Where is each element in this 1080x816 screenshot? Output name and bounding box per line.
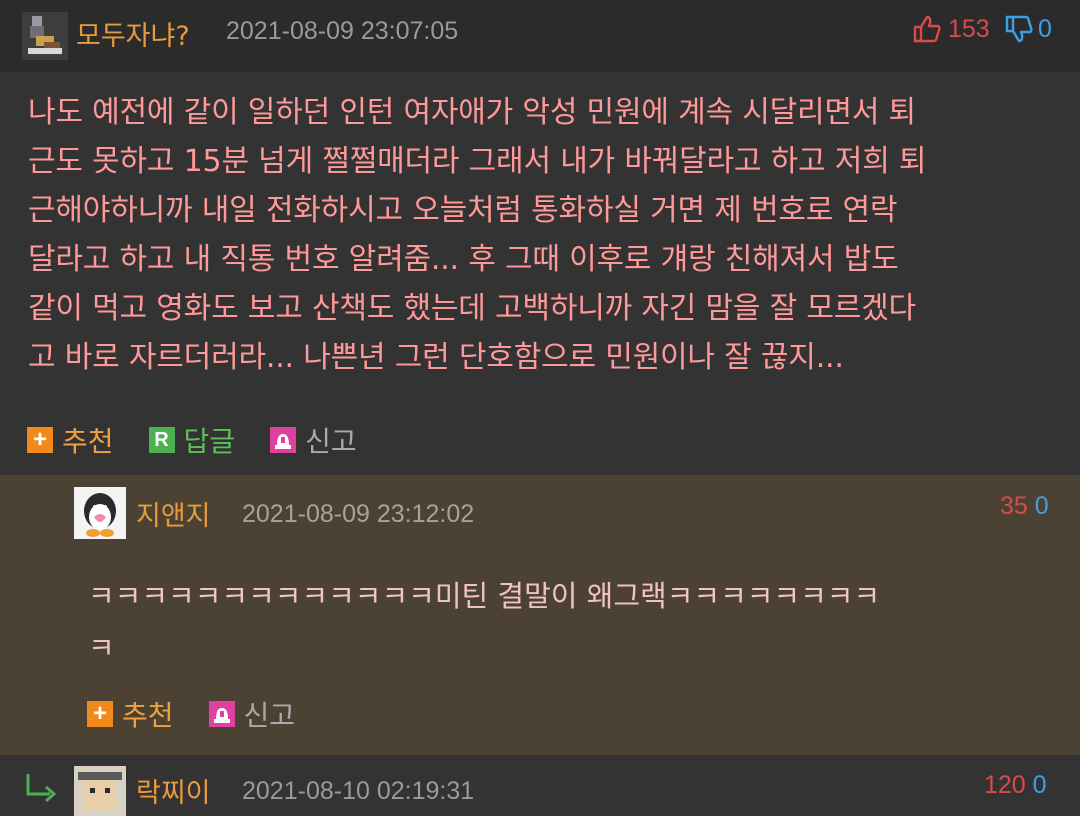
reply-author[interactable]: 락찌이 <box>136 771 211 810</box>
reply-body: ㅋㅋㅋㅋㅋㅋㅋㅋㅋㅋㅋㅋㅋ미틴 결말이 왜그랙ㅋㅋㅋㅋㅋㅋㅋㅋ ㅋ <box>88 579 881 665</box>
reply-date: 2021-08-10 02:19:31 <box>242 777 475 805</box>
recommend-button[interactable]: + 추천 <box>26 420 114 460</box>
report-button[interactable]: 신고 <box>269 420 357 460</box>
comment-author[interactable]: 모두자냐? <box>76 14 190 53</box>
reply-r-icon: R <box>148 427 175 453</box>
reply-votes: 120 0 <box>984 771 1047 800</box>
reply-author[interactable]: 지앤지 <box>136 494 211 533</box>
user-avatar[interactable] <box>74 487 126 539</box>
comment-actions: + 추천 R 답글 신고 <box>26 420 391 460</box>
upvote-count: 153 <box>948 14 990 43</box>
upvote-count[interactable]: 35 <box>1000 492 1028 520</box>
plus-icon: + <box>87 701 113 727</box>
downvote-count: 0 <box>1038 14 1052 43</box>
downvote-count[interactable]: 0 <box>1033 771 1047 799</box>
recommend-button[interactable]: + 추천 <box>86 694 174 734</box>
report-label: 신고 <box>243 699 296 732</box>
comment-body: 나도 예전에 같이 일하던 인턴 여자애가 악성 민원에 계속 시달리면서 퇴 … <box>28 95 927 375</box>
user-avatar[interactable] <box>22 12 68 60</box>
report-label: 신고 <box>305 425 357 458</box>
thumbs-up-icon <box>913 15 941 43</box>
recommend-label: 추천 <box>62 425 114 458</box>
comment-date: 2021-08-09 23:07:05 <box>226 17 459 45</box>
siren-icon <box>208 701 235 727</box>
downvote-count[interactable]: 0 <box>1035 492 1049 520</box>
reply-arrow-icon <box>26 774 57 802</box>
report-button[interactable]: 신고 <box>208 694 296 734</box>
downvote-button[interactable]: 0 <box>1004 12 1052 46</box>
reply-date: 2021-08-09 23:12:02 <box>242 500 475 528</box>
recommend-label: 추천 <box>122 699 174 732</box>
reply-votes: 35 0 <box>1000 492 1049 521</box>
siren-icon <box>270 427 297 453</box>
plus-icon: + <box>27 427 53 453</box>
upvote-button[interactable]: 153 <box>912 12 990 46</box>
reply-button[interactable]: R 답글 <box>148 420 236 460</box>
reply-actions: + 추천 신고 <box>86 694 329 734</box>
reply-label: 답글 <box>183 425 236 458</box>
upvote-count[interactable]: 120 <box>984 771 1026 799</box>
user-avatar[interactable] <box>74 766 126 816</box>
thumbs-down-icon <box>1005 15 1033 43</box>
